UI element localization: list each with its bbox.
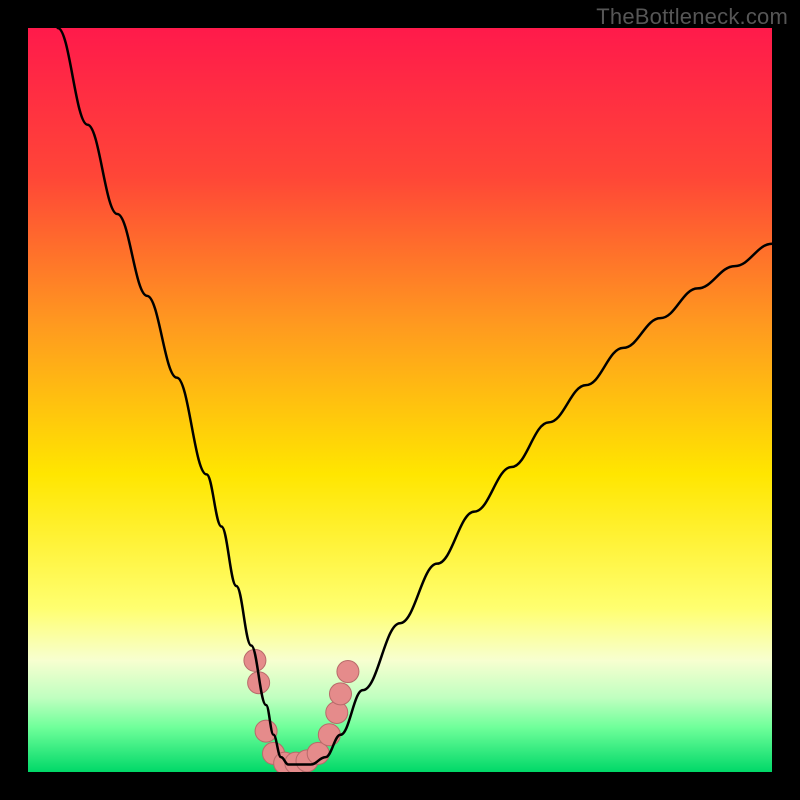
marker-group-back	[244, 649, 359, 772]
watermark-text: TheBottleneck.com	[596, 4, 788, 30]
chart-frame: TheBottleneck.com	[0, 0, 800, 800]
data-marker	[337, 661, 359, 683]
bottleneck-curve-line	[58, 28, 772, 765]
data-marker	[318, 724, 340, 746]
data-marker	[326, 701, 348, 723]
data-marker	[329, 683, 351, 705]
data-marker	[255, 720, 277, 742]
chart-svg	[28, 28, 772, 772]
chart-plot-area	[28, 28, 772, 772]
